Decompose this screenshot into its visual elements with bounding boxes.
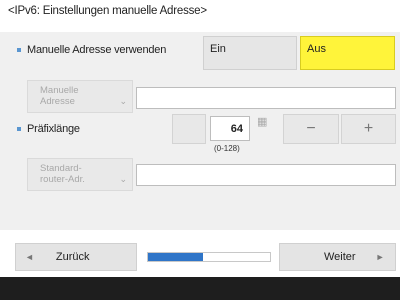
back-button[interactable]: ◄ Zurück bbox=[15, 243, 137, 271]
manual-address-input[interactable] bbox=[136, 87, 396, 109]
right-arrow-icon: ► bbox=[375, 252, 385, 262]
prefix-length-row-label: Präfixlänge bbox=[15, 123, 80, 135]
minus-icon: − bbox=[306, 120, 316, 137]
increment-button[interactable]: + bbox=[341, 114, 396, 144]
gateway-label-line2: router-Adr. bbox=[40, 174, 85, 185]
back-label: Zurück bbox=[55, 251, 90, 263]
keypad-icon[interactable]: ▦ bbox=[257, 115, 267, 128]
prefix-spacer bbox=[172, 114, 206, 144]
option-aus-button[interactable]: Aus bbox=[300, 36, 395, 70]
chevron-down-icon: ⌄ bbox=[119, 174, 127, 184]
manual-address-field-label: Manuelle Adresse ⌄ bbox=[27, 80, 133, 113]
option-ein-button[interactable]: Ein bbox=[203, 36, 297, 70]
manual-address-label: Manuelle Adresse verwenden bbox=[27, 44, 167, 56]
manual-address-row-label: Manuelle Adresse verwenden bbox=[15, 44, 166, 56]
plus-icon: + bbox=[363, 120, 374, 137]
prefix-length-value: 64 bbox=[230, 122, 243, 135]
decrement-button[interactable]: − bbox=[283, 114, 339, 144]
next-label: Weiter bbox=[324, 251, 356, 263]
manual-address-label-line2: Adresse bbox=[40, 96, 75, 107]
left-arrow-icon: ◄ bbox=[25, 252, 34, 262]
bullet-icon bbox=[17, 127, 21, 131]
prefix-length-input[interactable]: 64 bbox=[210, 116, 250, 141]
prefix-length-range: (0-128) bbox=[214, 144, 240, 153]
prefix-length-label: Präfixlänge bbox=[27, 123, 80, 135]
manual-address-label-line1: Manuelle bbox=[40, 85, 79, 96]
progress-bar bbox=[147, 252, 271, 262]
gateway-field-label: Standard- router-Adr. ⌄ bbox=[27, 158, 133, 191]
option-ein-label: Ein bbox=[210, 43, 226, 55]
option-aus-label: Aus bbox=[307, 43, 326, 55]
footer-bar bbox=[0, 277, 400, 300]
chevron-down-icon: ⌄ bbox=[119, 96, 127, 106]
gateway-label-line1: Standard- bbox=[40, 163, 82, 174]
page-title: <IPv6: Einstellungen manuelle Adresse> bbox=[8, 5, 207, 17]
gateway-input[interactable] bbox=[136, 164, 396, 186]
bullet-icon bbox=[17, 48, 21, 52]
next-button[interactable]: Weiter ► bbox=[279, 243, 396, 271]
progress-fill bbox=[148, 253, 203, 261]
